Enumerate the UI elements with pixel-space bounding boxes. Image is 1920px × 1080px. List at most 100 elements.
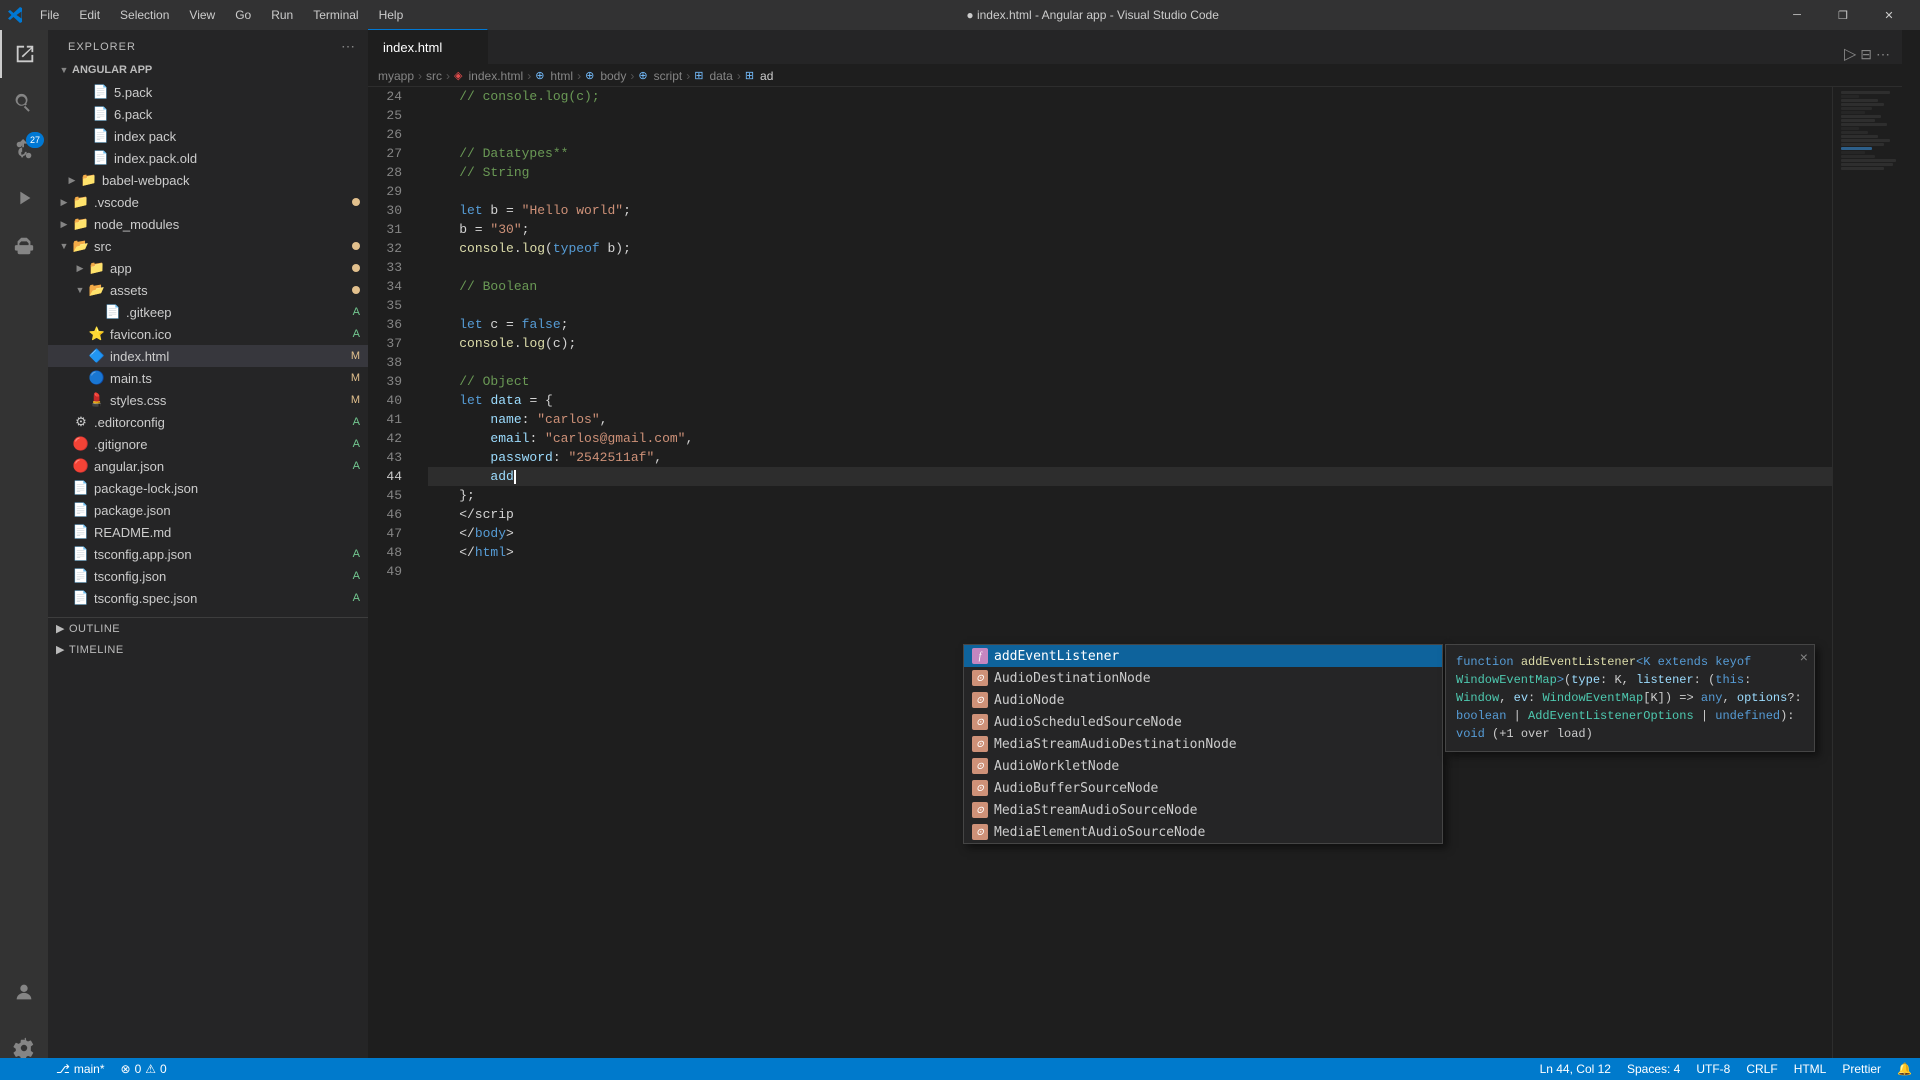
tree-item-6pack[interactable]: 📄 6.pack: [48, 103, 368, 125]
menu-terminal[interactable]: Terminal: [305, 6, 366, 24]
breadcrumb-ad[interactable]: ad: [760, 69, 773, 83]
breadcrumb-src[interactable]: src: [426, 69, 442, 83]
close-button[interactable]: ✕: [1866, 0, 1912, 30]
modified-indicator: [352, 264, 360, 272]
maximize-button[interactable]: ❐: [1820, 0, 1866, 30]
tab-index-html[interactable]: index.html: [368, 29, 488, 64]
ac-item-audionode[interactable]: ⊙ AudioNode: [964, 689, 1442, 711]
tree-item-package-json[interactable]: 📄 package.json: [48, 499, 368, 521]
tree-item-package-lock[interactable]: 📄 package-lock.json: [48, 477, 368, 499]
breadcrumb-body[interactable]: body: [600, 69, 626, 83]
tree-item-tsconfig-spec[interactable]: 📄 tsconfig.spec.json A: [48, 587, 368, 609]
statusbar-branch[interactable]: ⎇ main*: [48, 1058, 113, 1080]
tree-item-main-ts[interactable]: 🔵 main.ts M: [48, 367, 368, 389]
breadcrumb-data[interactable]: data: [709, 69, 732, 83]
statusbar-spaces[interactable]: Spaces: 4: [1619, 1058, 1688, 1080]
split-editor-icon[interactable]: ⊟: [1860, 46, 1872, 63]
statusbar-language[interactable]: HTML: [1786, 1058, 1835, 1080]
ac-item-audioscheduled[interactable]: ⊙ AudioScheduledSourceNode: [964, 711, 1442, 733]
more-actions-icon[interactable]: ⋯: [1876, 46, 1890, 63]
menu-view[interactable]: View: [181, 6, 223, 24]
tree-item-tsconfig[interactable]: 📄 tsconfig.json A: [48, 565, 368, 587]
ac-item-addeventlistener[interactable]: f addEventListener: [964, 645, 1442, 667]
menu-edit[interactable]: Edit: [71, 6, 108, 24]
statusbar-position[interactable]: Ln 44, Col 12: [1532, 1058, 1619, 1080]
line-num-41: 41: [368, 410, 410, 429]
activity-search[interactable]: [0, 78, 48, 126]
ac-item-audioworklet[interactable]: ⊙ AudioWorkletNode: [964, 755, 1442, 777]
tree-root-angular-app[interactable]: ▼ ANGULAR APP: [48, 59, 368, 81]
tree-item-styles-css[interactable]: 💄 styles.css M: [48, 389, 368, 411]
tree-item-index-html[interactable]: 🔷 index.html M: [48, 345, 368, 367]
activity-extensions[interactable]: [0, 222, 48, 270]
outline-section-header[interactable]: ▶ OUTLINE: [48, 618, 368, 639]
tree-item-gitkeep[interactable]: 📄 .gitkeep A: [48, 301, 368, 323]
file-icon: ⚙: [72, 413, 90, 431]
tree-label: index.pack.old: [114, 151, 197, 166]
statusbar-eol[interactable]: CRLF: [1738, 1058, 1785, 1080]
tree-item-tsconfig-app[interactable]: 📄 tsconfig.app.json A: [48, 543, 368, 565]
ac-item-mediastreamaudio-src[interactable]: ⊙ MediaStreamAudioSourceNode: [964, 799, 1442, 821]
statusbar-formatter[interactable]: Prettier: [1834, 1058, 1889, 1080]
tree-item-node-modules[interactable]: ▶ 📁 node_modules: [48, 213, 368, 235]
warning-icon: ⚠: [145, 1062, 156, 1076]
run-debug-icon[interactable]: ▷: [1844, 44, 1856, 64]
breadcrumb-html[interactable]: html: [550, 69, 573, 83]
error-icon: ⊗: [121, 1062, 131, 1076]
tree-item-assets[interactable]: ▼ 📂 assets: [48, 279, 368, 301]
statusbar-notifications[interactable]: 🔔: [1889, 1058, 1920, 1080]
code-area[interactable]: // console.log(c); // Datatypes** // Str…: [418, 87, 1832, 1070]
ac-item-mediastreamaudio-dest[interactable]: ⊙ MediaStreamAudioDestinationNode: [964, 733, 1442, 755]
tree-item-src[interactable]: ▼ 📂 src: [48, 235, 368, 257]
line-num-29: 29: [368, 182, 410, 201]
tree-item-angular-json[interactable]: 🔴 angular.json A: [48, 455, 368, 477]
activity-explorer[interactable]: [0, 30, 48, 78]
tree-item-index-pack-old[interactable]: 📄 index.pack.old: [48, 147, 368, 169]
status-label: M: [351, 372, 360, 384]
tree-item-editorconfig[interactable]: ⚙ .editorconfig A: [48, 411, 368, 433]
menu-selection[interactable]: Selection: [112, 6, 177, 24]
menu-file[interactable]: File: [32, 6, 67, 24]
breadcrumb-script[interactable]: script: [654, 69, 683, 83]
activity-account[interactable]: [0, 968, 48, 1016]
statusbar-errors[interactable]: ⊗ 0 ⚠ 0: [113, 1058, 175, 1080]
tree-label: tsconfig.json: [94, 569, 166, 584]
tree-label: src: [94, 239, 111, 254]
ac-label: MediaStreamAudioSourceNode: [994, 801, 1198, 820]
tree-item-favicon[interactable]: ⭐ favicon.ico A: [48, 323, 368, 345]
menu-help[interactable]: Help: [371, 6, 412, 24]
tree-label: tsconfig.spec.json: [94, 591, 197, 606]
timeline-section-header[interactable]: ▶ TIMELINE: [48, 639, 368, 660]
line-num-45: 45: [368, 486, 410, 505]
menu-bar: File Edit Selection View Go Run Terminal…: [32, 6, 411, 24]
statusbar-encoding[interactable]: UTF-8: [1688, 1058, 1738, 1080]
minimize-button[interactable]: ─: [1774, 0, 1820, 30]
activity-run[interactable]: [0, 174, 48, 222]
file-icon: 📄: [72, 567, 90, 585]
menu-run[interactable]: Run: [263, 6, 301, 24]
error-count: 0: [135, 1062, 142, 1076]
line-num-27: 27: [368, 144, 410, 163]
new-file-icon[interactable]: ⋯: [341, 38, 356, 55]
tree-item-gitignore[interactable]: 🔴 .gitignore A: [48, 433, 368, 455]
class-icon: ⊙: [972, 670, 988, 686]
window-title: ● index.html - Angular app - Visual Stud…: [966, 8, 1219, 22]
code-line-32: console.log(typeof b);: [428, 239, 1832, 258]
ac-item-audiodestinationnode[interactable]: ⊙ AudioDestinationNode: [964, 667, 1442, 689]
tree-item-vscode[interactable]: ▶ 📁 .vscode: [48, 191, 368, 213]
tree-item-index-pack[interactable]: 📄 index pack: [48, 125, 368, 147]
tree-item-readme[interactable]: 📄 README.md: [48, 521, 368, 543]
ac-item-mediaelement[interactable]: ⊙ MediaElementAudioSourceNode: [964, 821, 1442, 843]
doc-close-button[interactable]: ×: [1800, 649, 1808, 670]
code-line-30: let b = "Hello world";: [428, 201, 1832, 220]
tree-item-app[interactable]: ▶ 📁 app: [48, 257, 368, 279]
tree-item-5pack[interactable]: 📄 5.pack: [48, 81, 368, 103]
breadcrumb-myapp[interactable]: myapp: [378, 69, 414, 83]
timeline-label: TIMELINE: [69, 644, 124, 656]
menu-go[interactable]: Go: [227, 6, 259, 24]
tree-label: tsconfig.app.json: [94, 547, 192, 562]
tree-item-babel-webpack[interactable]: ▶ 📁 babel-webpack: [48, 169, 368, 191]
breadcrumb-index-html[interactable]: index.html: [469, 69, 524, 83]
activity-source-control[interactable]: 27: [0, 126, 48, 174]
ac-item-audiobuffer[interactable]: ⊙ AudioBufferSourceNode: [964, 777, 1442, 799]
